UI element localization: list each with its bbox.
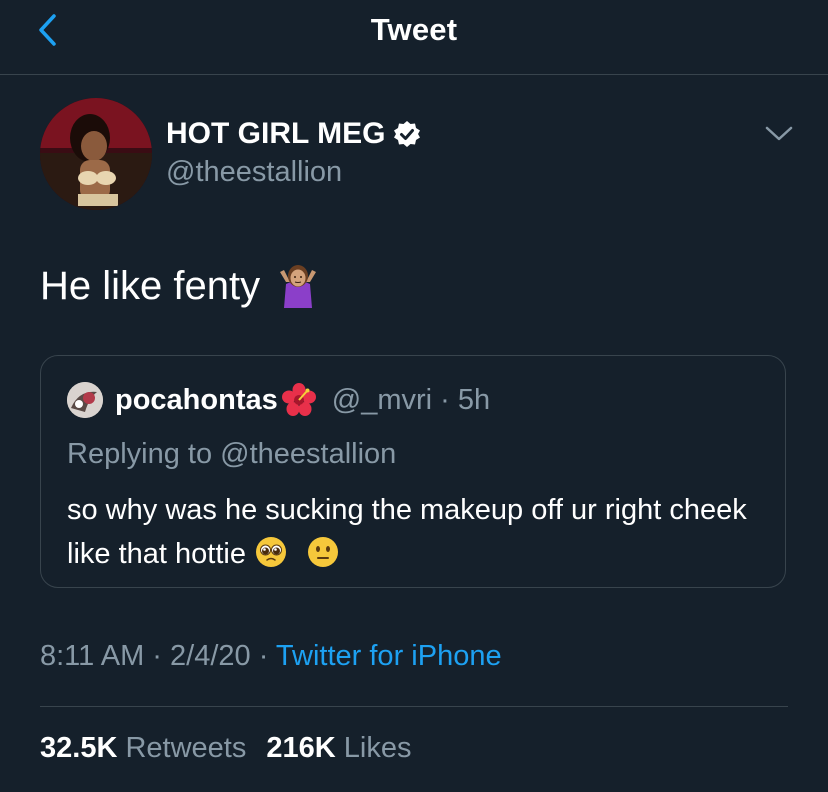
engagement-stats: 32.5K Retweets 216K Likes	[40, 732, 412, 765]
quoted-handle-time[interactable]: @_mvri · 5h	[332, 384, 490, 417]
chevron-down-icon[interactable]	[764, 118, 794, 148]
quoted-avatar-image	[67, 382, 103, 418]
quoted-avatar[interactable]	[67, 382, 103, 418]
shrug-emoji-icon	[280, 265, 317, 308]
replying-to: Replying to @theestallion	[67, 438, 397, 470]
quoted-tweet[interactable]: pocahontas @_mvri · 5h Replying to @thee…	[40, 355, 786, 588]
likes-label: Likes	[343, 732, 412, 764]
quoted-author-name[interactable]: pocahontas	[115, 384, 278, 417]
divider	[40, 706, 788, 707]
retweets-count: 32.5K	[40, 732, 118, 764]
timestamp[interactable]: 8:11 AM · 2/4/20 ·	[40, 640, 268, 672]
page-title: Tweet	[370, 12, 458, 47]
author-name-row: HOT GIRL MEG	[166, 114, 421, 154]
tweet-text: He like fenty	[40, 263, 261, 308]
tweet-meta: 8:11 AM · 2/4/20 · Twitter for iPhone	[40, 640, 502, 673]
tweet-body: He like fenty	[40, 262, 322, 310]
retweets-stat[interactable]: 32.5K Retweets	[40, 732, 254, 764]
retweets-label: Retweets	[125, 732, 247, 764]
tweet-source-link[interactable]: Twitter for iPhone	[276, 640, 502, 672]
avatar[interactable]	[40, 98, 152, 210]
avatar-image	[40, 98, 152, 210]
neutral-face-emoji-icon	[308, 537, 339, 567]
quoted-tweet-header: pocahontas @_mvri · 5h	[67, 382, 490, 418]
top-bar: Tweet	[0, 0, 828, 75]
author-handle[interactable]: @theestallion	[166, 156, 342, 189]
quoted-tweet-text-block: so why was he sucking the makeup off ur …	[67, 488, 767, 576]
pleading-emoji-icon	[256, 537, 287, 567]
likes-stat[interactable]: 216K Likes	[266, 732, 411, 764]
author-name[interactable]: HOT GIRL MEG	[166, 117, 385, 151]
quoted-tweet-text: so why was he sucking the makeup off ur …	[67, 494, 747, 570]
hibiscus-emoji-icon	[281, 383, 316, 416]
likes-count: 216K	[266, 732, 336, 764]
verified-icon	[394, 121, 421, 147]
